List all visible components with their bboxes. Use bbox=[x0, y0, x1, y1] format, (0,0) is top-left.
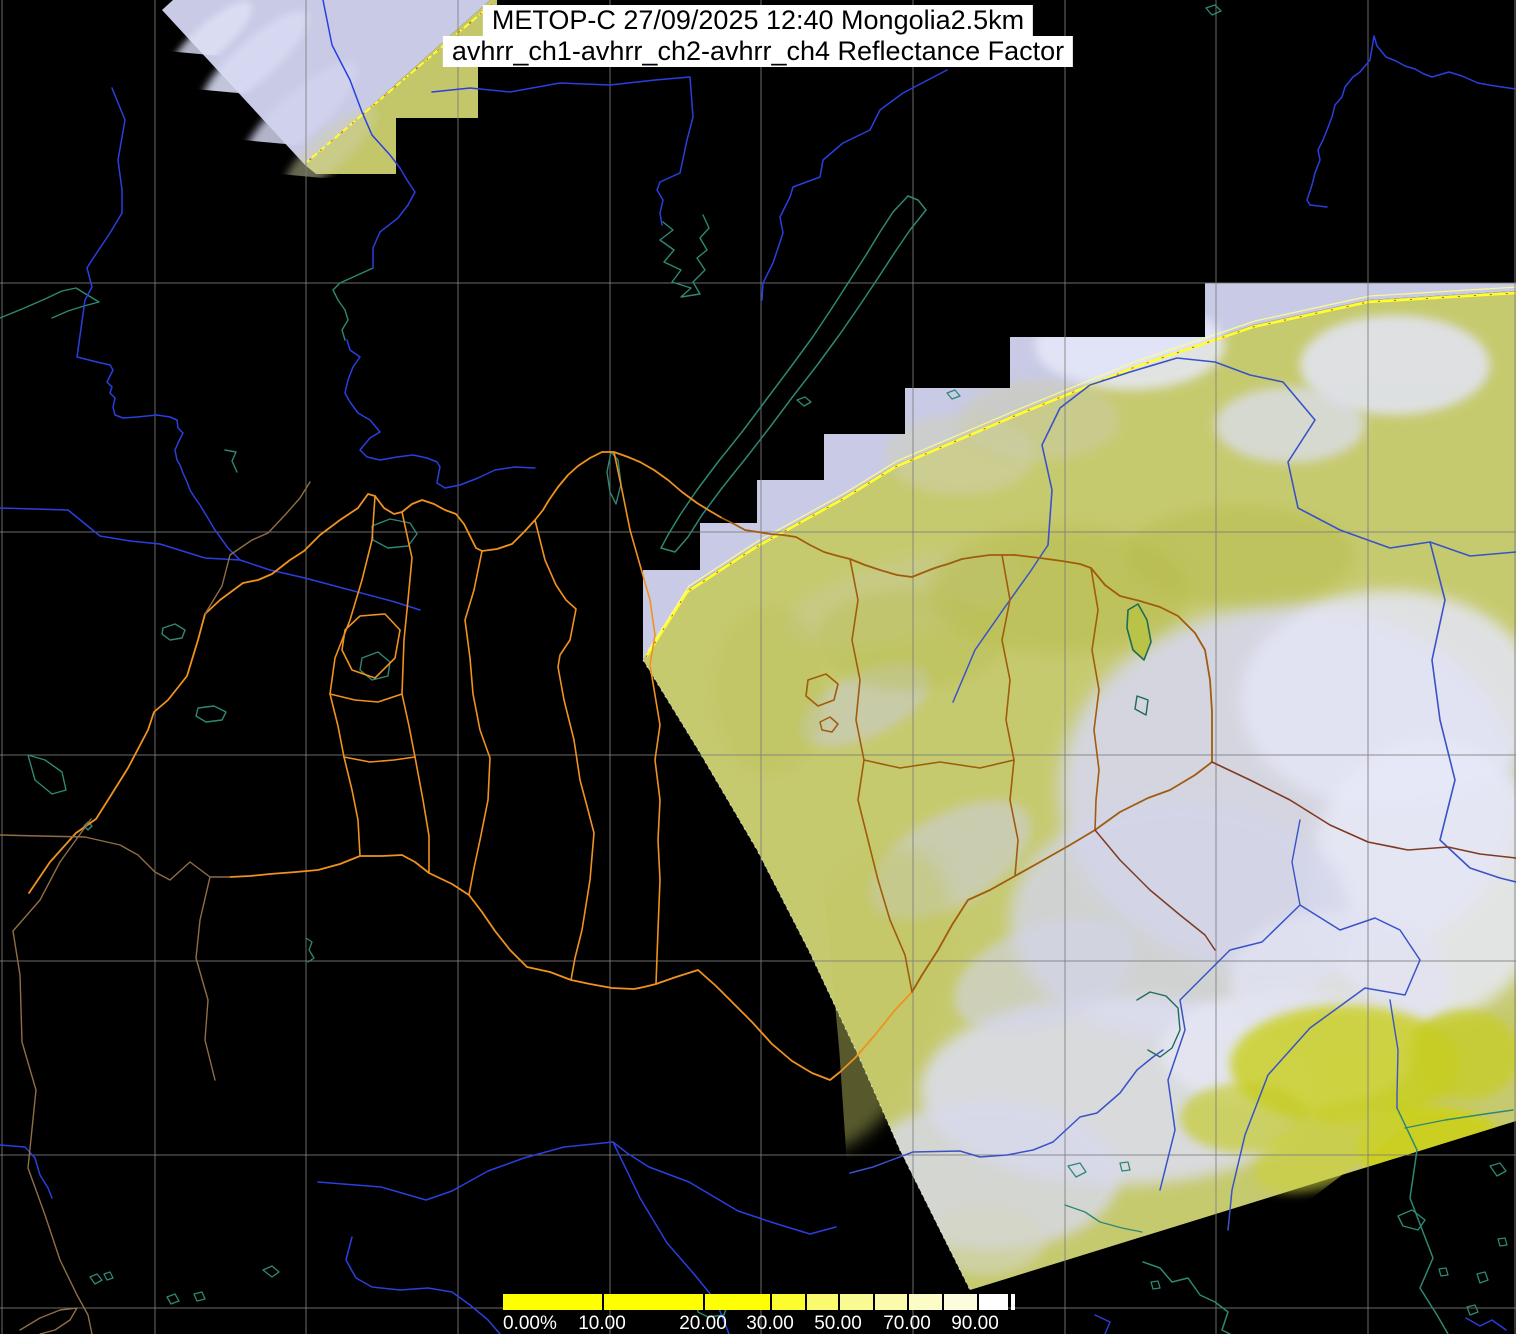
colorbar-label: 70.00 bbox=[883, 1313, 931, 1334]
colorbar-segment bbox=[873, 1294, 907, 1310]
colorbar-segment bbox=[602, 1294, 703, 1310]
colorbar: 0.00%10.0020.0030.0050.0070.0090.00 bbox=[503, 1294, 1015, 1310]
colorbar-label: 0.00% bbox=[503, 1313, 557, 1334]
colorbar-label: 50.00 bbox=[814, 1313, 862, 1334]
map-title-line2: avhrr_ch1-avhrr_ch2-avhrr_ch4 Reflectanc… bbox=[443, 36, 1073, 67]
cloud-patch bbox=[715, 605, 825, 775]
colorbar-segment bbox=[805, 1294, 838, 1310]
colorbar-segment bbox=[770, 1294, 805, 1310]
colorbar-segment bbox=[838, 1294, 873, 1310]
colorbar-segment bbox=[503, 1294, 602, 1310]
colorbar-label: 90.00 bbox=[951, 1313, 999, 1334]
map-title: METOP-C 27/09/2025 12:40 Mongolia2.5km a… bbox=[443, 5, 1073, 67]
colorbar-segment bbox=[977, 1294, 1008, 1310]
colorbar-segment bbox=[703, 1294, 770, 1310]
colorbar-label: 20.00 bbox=[679, 1313, 727, 1334]
cloud-patch bbox=[960, 380, 1120, 460]
satellite-viewer: METOP-C 27/09/2025 12:40 Mongolia2.5km a… bbox=[0, 0, 1516, 1334]
map-title-line1: METOP-C 27/09/2025 12:40 Mongolia2.5km bbox=[483, 5, 1033, 36]
colorbar-label: 10.00 bbox=[578, 1313, 626, 1334]
colorbar-segment bbox=[942, 1294, 977, 1310]
cloud-patch bbox=[815, 590, 1005, 690]
cloud-patch bbox=[1215, 387, 1365, 463]
satellite-map-canvas bbox=[0, 0, 1516, 1334]
colorbar-segment bbox=[907, 1294, 942, 1310]
colorbar-label: 30.00 bbox=[746, 1313, 794, 1334]
colorbar-segment bbox=[1011, 1294, 1015, 1310]
cloud-patch bbox=[1410, 1010, 1516, 1100]
